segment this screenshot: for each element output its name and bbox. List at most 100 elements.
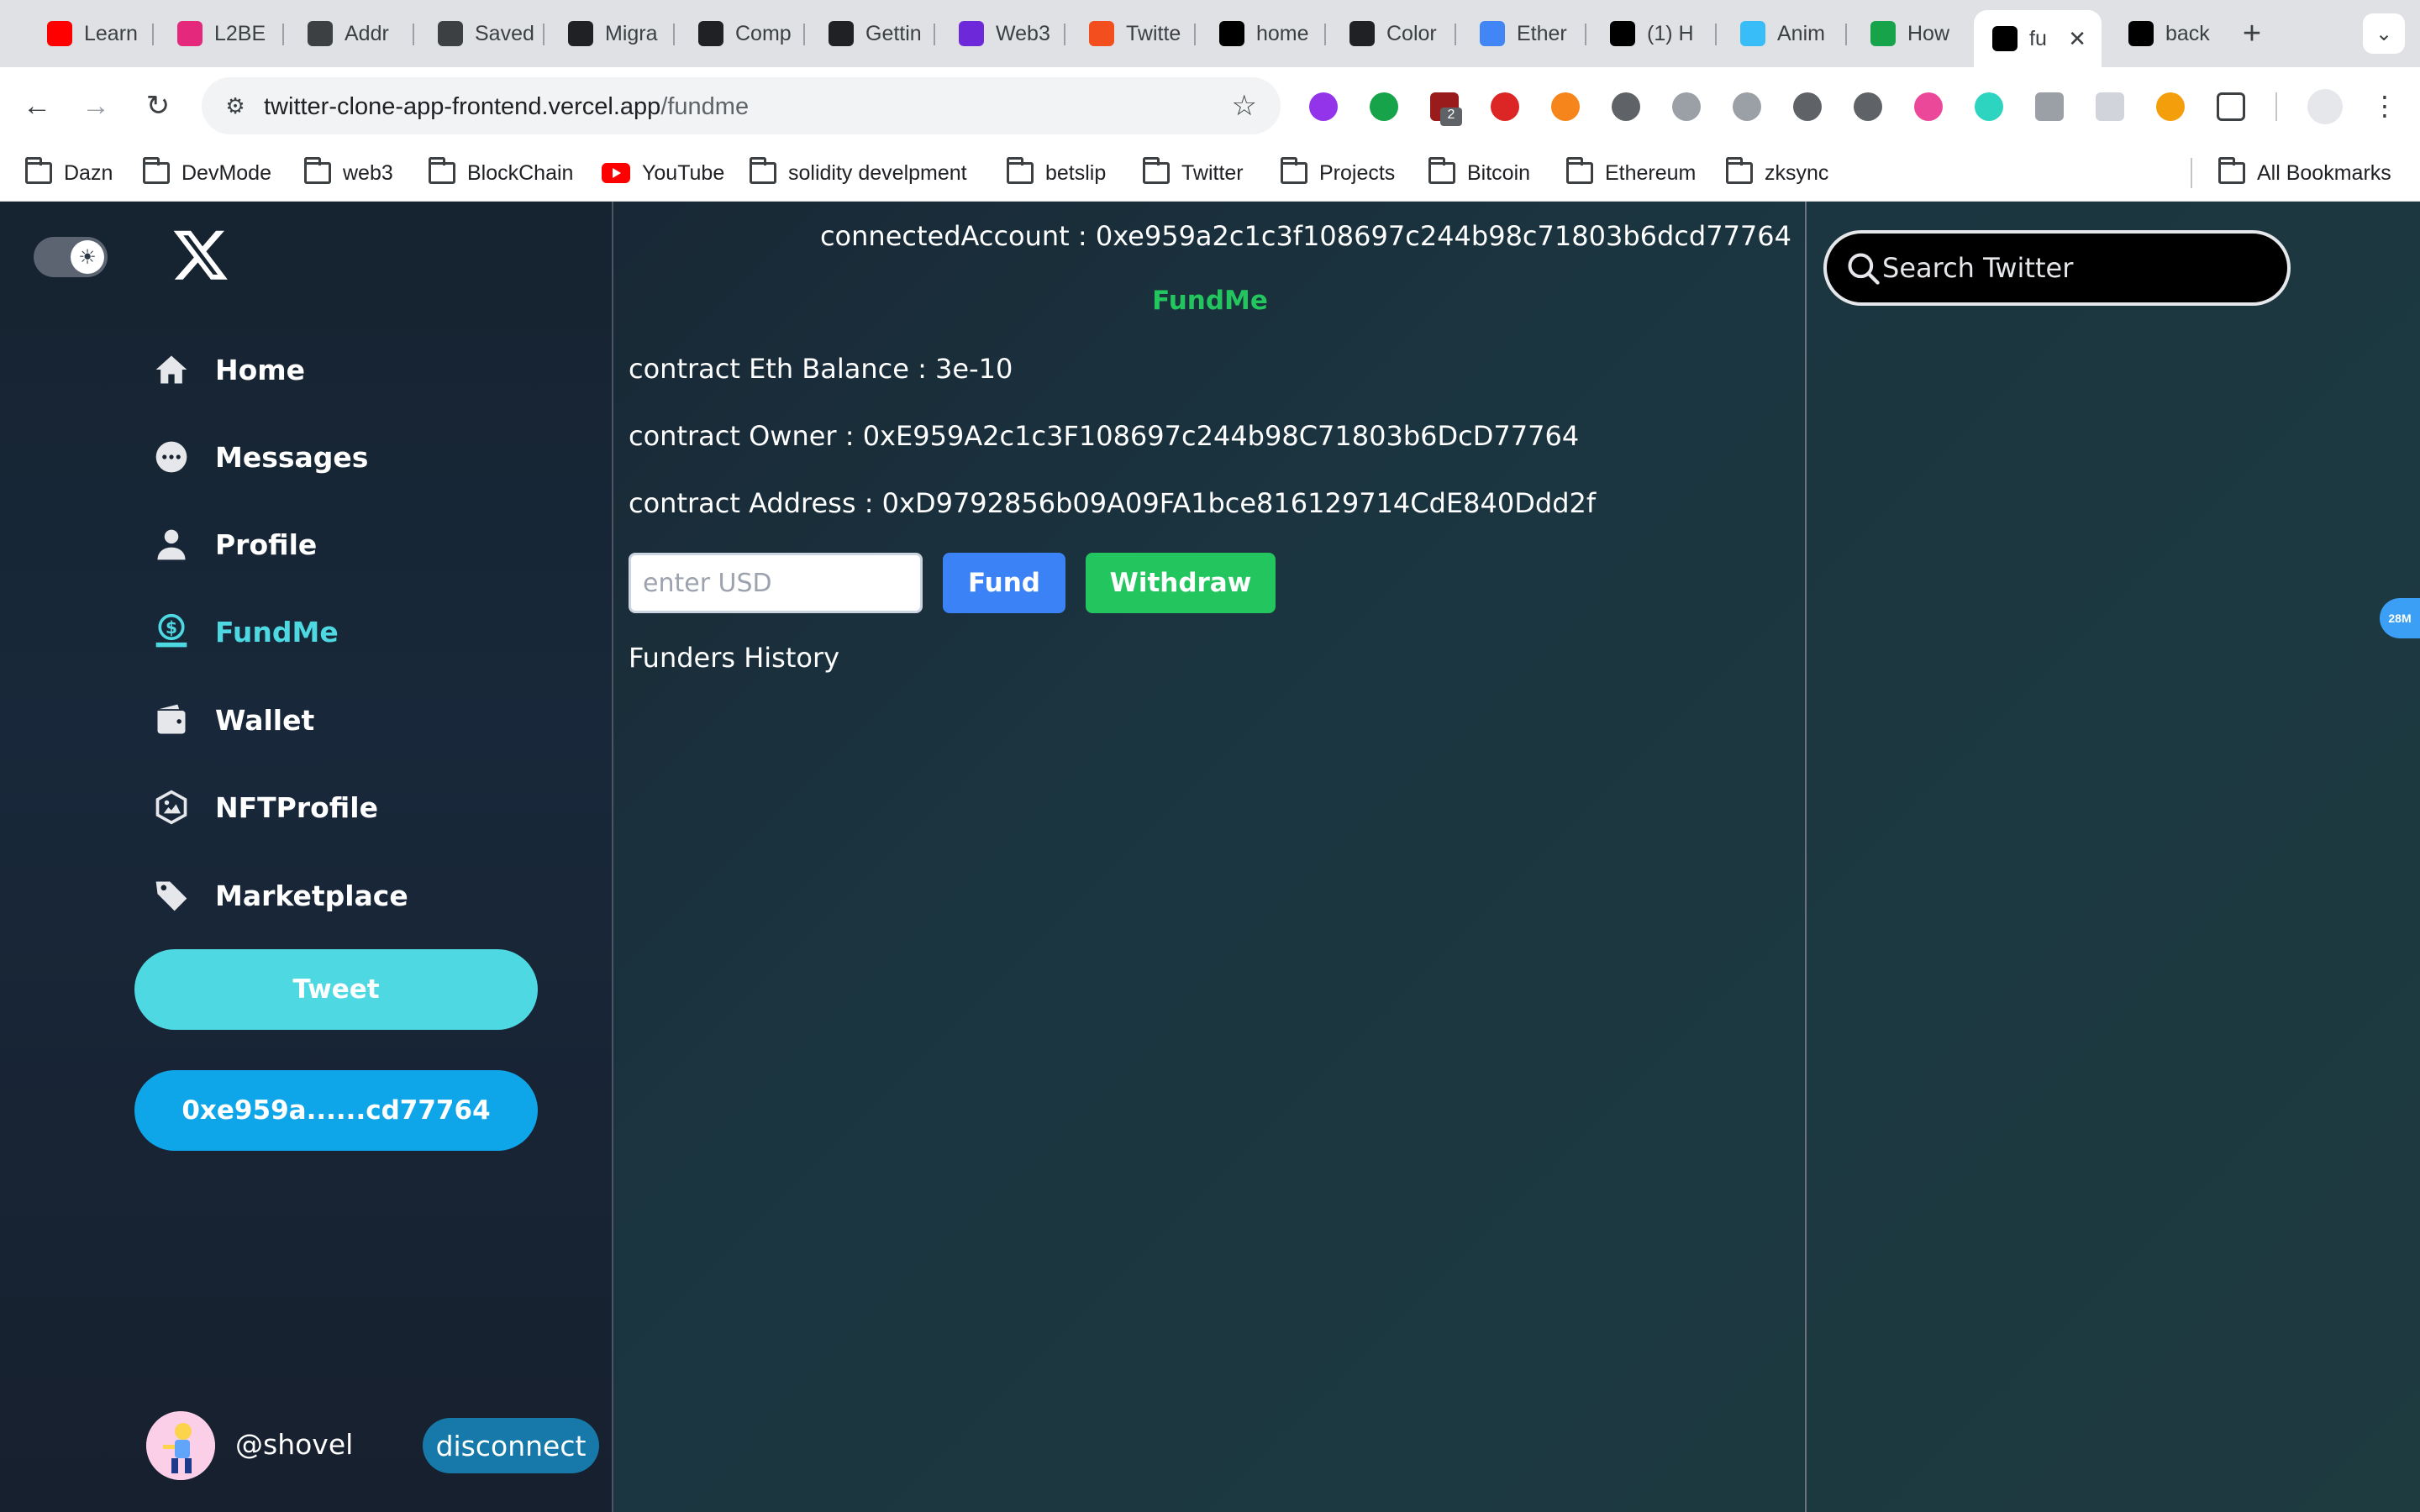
nav-item-profile[interactable]: Profile (151, 519, 317, 570)
nav-label: FundMe (215, 615, 339, 648)
menu-icon[interactable]: ⋮ (2365, 86, 2405, 126)
search-icon[interactable] (2035, 92, 2064, 121)
extension-icon[interactable] (1793, 92, 1822, 121)
tab-title: fu (2029, 26, 2047, 50)
bookmark-link[interactable]: YouTube (602, 158, 724, 188)
bookmark-label: web3 (343, 160, 393, 185)
bookmark-label: Projects (1319, 160, 1396, 185)
tab[interactable]: back (2110, 12, 2230, 55)
all-bookmarks[interactable]: All Bookmarks (2218, 157, 2391, 188)
tab[interactable]: Gettin (810, 12, 930, 55)
search-input[interactable] (1882, 242, 2269, 294)
user-handle: @shovel (235, 1428, 354, 1461)
address-bar[interactable]: ⚙ twitter-clone-app-frontend.vercel.app/… (202, 77, 1281, 134)
withdraw-button[interactable]: Withdraw (1086, 553, 1276, 613)
tab[interactable]: Addr (289, 12, 409, 55)
folder-icon (1143, 157, 1170, 184)
avatar[interactable] (146, 1411, 215, 1480)
tab[interactable]: (1) H (1591, 12, 1712, 55)
nav-item-home[interactable]: Home (151, 344, 305, 395)
shield-icon[interactable] (1491, 92, 1519, 121)
bookmark-folder[interactable]: DevMode (143, 157, 271, 188)
metamask-icon[interactable] (1551, 92, 1580, 121)
nav-label: Profile (215, 528, 318, 561)
reload-button[interactable]: ↻ (138, 86, 178, 126)
account-button[interactable]: 0xe959a......cd77764 (134, 1070, 538, 1151)
bookmark-folder[interactable]: Ethereum (1566, 157, 1697, 188)
play-icon[interactable] (1914, 92, 1943, 121)
bookmark-folder[interactable]: Dazn (25, 157, 113, 188)
tab[interactable]: How (1852, 12, 1972, 55)
puzzle-icon[interactable] (2217, 92, 2245, 121)
folder-icon (2218, 157, 2245, 184)
tab[interactable]: Anim (1722, 12, 1842, 55)
tab-search-button[interactable]: ⌄ (2363, 13, 2405, 54)
tab[interactable]: Twitte (1071, 12, 1191, 55)
folder-icon (1726, 157, 1753, 184)
tab-title: Anim (1777, 21, 1825, 45)
bookmark-star-icon[interactable]: ☆ (1232, 89, 1257, 123)
usd-amount-input[interactable] (629, 553, 923, 613)
site-settings-icon[interactable]: ⚙ (222, 92, 249, 119)
tab-separator (673, 24, 675, 45)
bookmark-folder[interactable]: zksync (1726, 157, 1828, 188)
tab[interactable]: Comp (680, 12, 800, 55)
tweet-button[interactable]: Tweet (134, 949, 538, 1030)
bookmark-folder[interactable]: Projects (1281, 157, 1396, 188)
extension-icon[interactable] (1370, 92, 1398, 121)
fund-button[interactable]: Fund (943, 553, 1065, 613)
bookmark-folder[interactable]: solidity develpment (750, 157, 967, 188)
profile-avatar[interactable] (2307, 89, 2343, 124)
bookmark-folder[interactable]: BlockChain (429, 157, 573, 188)
tab[interactable]: Saved (419, 12, 539, 55)
url-text[interactable]: twitter-clone-app-frontend.vercel.app/fu… (264, 93, 749, 121)
new-tab-button[interactable]: + (2233, 15, 2270, 52)
docs-icon (829, 21, 854, 46)
bookmark-label: Ethereum (1605, 160, 1697, 185)
search-box[interactable] (1823, 230, 2291, 306)
bookmark-label: betslip (1045, 160, 1107, 185)
extension-icon[interactable] (1309, 92, 1338, 121)
extension-icon[interactable] (2096, 92, 2124, 121)
bookmark-folder[interactable]: Twitter (1143, 157, 1244, 188)
spider-icon[interactable] (1854, 92, 1882, 121)
bookmarks-bar: Dazn DevMode web3 BlockChain YouTube solidity… (0, 144, 2420, 202)
tab[interactable]: Color (1331, 12, 1451, 55)
tab-title: (1) H (1647, 21, 1694, 45)
bookmark-folder[interactable]: Bitcoin (1428, 157, 1530, 188)
tab[interactable]: Ether (1461, 12, 1581, 55)
extension-icon[interactable] (1975, 92, 2003, 121)
bug-icon[interactable] (1612, 92, 1640, 121)
nav-item-fundme[interactable]: $ FundMe (151, 606, 339, 657)
disconnect-button[interactable]: disconnect (423, 1418, 599, 1473)
bitcoin-icon[interactable] (2156, 92, 2185, 121)
side-badge[interactable]: 28M (2380, 598, 2420, 638)
tab-separator (1585, 24, 1586, 45)
tab[interactable]: Learn (29, 12, 149, 55)
globe-icon (308, 21, 333, 46)
tab-active[interactable]: fu ✕ (1974, 10, 2102, 67)
tab[interactable]: home (1201, 12, 1321, 55)
camera-icon[interactable] (1733, 92, 1761, 121)
nav-item-marketplace[interactable]: Marketplace (151, 870, 408, 921)
tab[interactable]: Migra (550, 12, 670, 55)
bookmark-folder[interactable]: betslip (1007, 157, 1107, 188)
bookmark-label: DevMode (182, 160, 271, 185)
tab[interactable]: Web3 (940, 12, 1060, 55)
forward-button[interactable]: → (76, 86, 116, 126)
extension-icon[interactable] (1672, 92, 1701, 121)
folder-icon (25, 157, 52, 184)
x-logo-icon[interactable] (171, 225, 230, 284)
back-button[interactable]: ← (17, 86, 57, 126)
theme-toggle[interactable]: ☀ (34, 237, 108, 277)
nav-item-nftprofile[interactable]: NFTProfile (151, 782, 378, 832)
bookmark-folder[interactable]: web3 (304, 157, 393, 188)
bookmark-label: Dazn (64, 160, 113, 185)
tab[interactable]: L2BE (159, 12, 279, 55)
tab-strip: Learn L2BE Addr Saved Migra Comp Gettin Web3 Twi… (0, 0, 2420, 67)
tab-separator (1064, 24, 1065, 45)
w-icon (1870, 21, 1896, 46)
nav-item-wallet[interactable]: Wallet (151, 695, 314, 745)
close-tab-icon[interactable]: ✕ (2068, 26, 2086, 52)
nav-item-messages[interactable]: Messages (151, 432, 368, 482)
